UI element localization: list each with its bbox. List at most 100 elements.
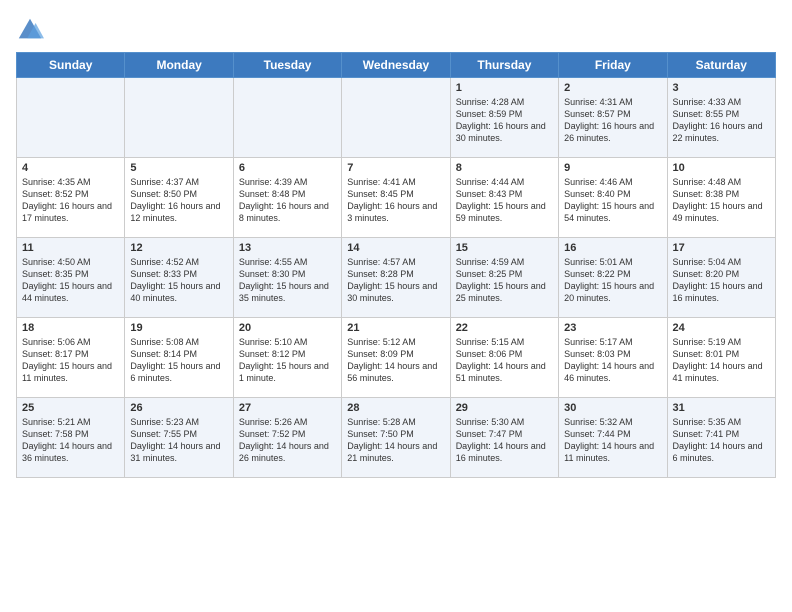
day-number: 22 bbox=[456, 322, 553, 334]
day-number: 9 bbox=[564, 162, 661, 174]
calendar-cell: 14Sunrise: 4:57 AM Sunset: 8:28 PM Dayli… bbox=[342, 238, 450, 318]
cell-content: Sunrise: 4:35 AM Sunset: 8:52 PM Dayligh… bbox=[22, 176, 119, 225]
day-number: 31 bbox=[673, 402, 770, 414]
calendar-cell: 28 Sunrise: 5:28 AM Sunset: 7:50 PM Dayli… bbox=[342, 398, 450, 478]
cell-content: Sunrise: 5:23 AM Sunset: 7:55 PM Dayligh… bbox=[130, 416, 227, 465]
calendar-cell: 22 Sunrise: 5:15 AM Sunset: 8:06 PM Dayli… bbox=[450, 318, 558, 398]
day-number: 12 bbox=[130, 242, 227, 254]
day-number: 10 bbox=[673, 162, 770, 174]
calendar-cell: 6 Sunrise: 4:39 AM Sunset: 8:48 PM Daylig… bbox=[233, 158, 341, 238]
week-row-4: 18Sunrise: 5:06 AM Sunset: 8:17 PM Dayli… bbox=[17, 318, 776, 398]
day-number: 7 bbox=[347, 162, 444, 174]
calendar-cell: 24Sunrise: 5:19 AM Sunset: 8:01 PM Dayli… bbox=[667, 318, 775, 398]
day-number: 20 bbox=[239, 322, 336, 334]
calendar-cell: 1 Sunrise: 4:28 AM Sunset: 8:59 PM Daylig… bbox=[450, 78, 558, 158]
day-number: 1 bbox=[456, 82, 553, 94]
week-row-2: 4 Sunrise: 4:35 AM Sunset: 8:52 PM Daylig… bbox=[17, 158, 776, 238]
cell-content: Sunrise: 5:10 AM Sunset: 8:12 PM Dayligh… bbox=[239, 336, 336, 385]
calendar-cell bbox=[17, 78, 125, 158]
cell-content: Sunrise: 5:17 AM Sunset: 8:03 PM Dayligh… bbox=[564, 336, 661, 385]
day-header-saturday: Saturday bbox=[667, 53, 775, 78]
day-number: 30 bbox=[564, 402, 661, 414]
calendar-cell: 2Sunrise: 4:31 AM Sunset: 8:57 PM Daylig… bbox=[559, 78, 667, 158]
day-number: 29 bbox=[456, 402, 553, 414]
day-number: 19 bbox=[130, 322, 227, 334]
cell-content: Sunrise: 5:12 AM Sunset: 8:09 PM Dayligh… bbox=[347, 336, 444, 385]
day-header-tuesday: Tuesday bbox=[233, 53, 341, 78]
calendar-cell: 8 Sunrise: 4:44 AM Sunset: 8:43 PM Daylig… bbox=[450, 158, 558, 238]
cell-content: Sunrise: 4:37 AM Sunset: 8:50 PM Dayligh… bbox=[130, 176, 227, 225]
day-number: 15 bbox=[456, 242, 553, 254]
cell-content: Sunrise: 4:33 AM Sunset: 8:55 PM Dayligh… bbox=[673, 96, 770, 145]
day-header-thursday: Thursday bbox=[450, 53, 558, 78]
logo bbox=[16, 16, 46, 44]
calendar-cell: 29 Sunrise: 5:30 AM Sunset: 7:47 PM Dayli… bbox=[450, 398, 558, 478]
page-header bbox=[16, 16, 776, 44]
calendar-table: SundayMondayTuesdayWednesdayThursdayFrid… bbox=[16, 52, 776, 478]
cell-content: Sunrise: 4:28 AM Sunset: 8:59 PM Dayligh… bbox=[456, 96, 553, 145]
week-row-5: 25 Sunrise: 5:21 AM Sunset: 7:58 PM Dayli… bbox=[17, 398, 776, 478]
calendar-cell: 26 Sunrise: 5:23 AM Sunset: 7:55 PM Dayli… bbox=[125, 398, 233, 478]
calendar-cell: 13 Sunrise: 4:55 AM Sunset: 8:30 PM Dayli… bbox=[233, 238, 341, 318]
calendar-cell: 21 Sunrise: 5:12 AM Sunset: 8:09 PM Dayli… bbox=[342, 318, 450, 398]
calendar-cell bbox=[233, 78, 341, 158]
cell-content: Sunrise: 4:44 AM Sunset: 8:43 PM Dayligh… bbox=[456, 176, 553, 225]
cell-content: Sunrise: 4:50 AM Sunset: 8:35 PM Dayligh… bbox=[22, 256, 119, 305]
cell-content: Sunrise: 5:01 AM Sunset: 8:22 PM Dayligh… bbox=[564, 256, 661, 305]
calendar-cell: 11 Sunrise: 4:50 AM Sunset: 8:35 PM Dayli… bbox=[17, 238, 125, 318]
cell-content: Sunrise: 4:55 AM Sunset: 8:30 PM Dayligh… bbox=[239, 256, 336, 305]
calendar-cell: 9 Sunrise: 4:46 AM Sunset: 8:40 PM Daylig… bbox=[559, 158, 667, 238]
day-number: 28 bbox=[347, 402, 444, 414]
cell-content: Sunrise: 5:32 AM Sunset: 7:44 PM Dayligh… bbox=[564, 416, 661, 465]
calendar-cell: 30 Sunrise: 5:32 AM Sunset: 7:44 PM Dayli… bbox=[559, 398, 667, 478]
cell-content: Sunrise: 4:46 AM Sunset: 8:40 PM Dayligh… bbox=[564, 176, 661, 225]
cell-content: Sunrise: 5:28 AM Sunset: 7:50 PM Dayligh… bbox=[347, 416, 444, 465]
calendar-cell bbox=[342, 78, 450, 158]
calendar-cell: 17Sunrise: 5:04 AM Sunset: 8:20 PM Dayli… bbox=[667, 238, 775, 318]
calendar-cell: 20 Sunrise: 5:10 AM Sunset: 8:12 PM Dayli… bbox=[233, 318, 341, 398]
calendar-cell: 4 Sunrise: 4:35 AM Sunset: 8:52 PM Daylig… bbox=[17, 158, 125, 238]
cell-content: Sunrise: 5:21 AM Sunset: 7:58 PM Dayligh… bbox=[22, 416, 119, 465]
day-number: 16 bbox=[564, 242, 661, 254]
day-number: 23 bbox=[564, 322, 661, 334]
day-number: 6 bbox=[239, 162, 336, 174]
calendar-cell: 27Sunrise: 5:26 AM Sunset: 7:52 PM Dayli… bbox=[233, 398, 341, 478]
day-number: 13 bbox=[239, 242, 336, 254]
cell-content: Sunrise: 5:08 AM Sunset: 8:14 PM Dayligh… bbox=[130, 336, 227, 385]
calendar-cell: 25 Sunrise: 5:21 AM Sunset: 7:58 PM Dayli… bbox=[17, 398, 125, 478]
calendar-header-row: SundayMondayTuesdayWednesdayThursdayFrid… bbox=[17, 53, 776, 78]
calendar-cell: 15 Sunrise: 4:59 AM Sunset: 8:25 PM Dayli… bbox=[450, 238, 558, 318]
day-number: 4 bbox=[22, 162, 119, 174]
day-number: 5 bbox=[130, 162, 227, 174]
day-number: 21 bbox=[347, 322, 444, 334]
day-header-sunday: Sunday bbox=[17, 53, 125, 78]
week-row-3: 11 Sunrise: 4:50 AM Sunset: 8:35 PM Dayli… bbox=[17, 238, 776, 318]
day-number: 26 bbox=[130, 402, 227, 414]
calendar-cell: 23 Sunrise: 5:17 AM Sunset: 8:03 PM Dayli… bbox=[559, 318, 667, 398]
cell-content: Sunrise: 5:19 AM Sunset: 8:01 PM Dayligh… bbox=[673, 336, 770, 385]
day-number: 14 bbox=[347, 242, 444, 254]
day-number: 25 bbox=[22, 402, 119, 414]
calendar-cell: 31Sunrise: 5:35 AM Sunset: 7:41 PM Dayli… bbox=[667, 398, 775, 478]
cell-content: Sunrise: 4:39 AM Sunset: 8:48 PM Dayligh… bbox=[239, 176, 336, 225]
day-number: 18 bbox=[22, 322, 119, 334]
cell-content: Sunrise: 5:30 AM Sunset: 7:47 PM Dayligh… bbox=[456, 416, 553, 465]
day-number: 2 bbox=[564, 82, 661, 94]
calendar-cell: 19 Sunrise: 5:08 AM Sunset: 8:14 PM Dayli… bbox=[125, 318, 233, 398]
calendar-cell: 5 Sunrise: 4:37 AM Sunset: 8:50 PM Daylig… bbox=[125, 158, 233, 238]
week-row-1: 1 Sunrise: 4:28 AM Sunset: 8:59 PM Daylig… bbox=[17, 78, 776, 158]
cell-content: Sunrise: 4:59 AM Sunset: 8:25 PM Dayligh… bbox=[456, 256, 553, 305]
cell-content: Sunrise: 4:48 AM Sunset: 8:38 PM Dayligh… bbox=[673, 176, 770, 225]
cell-content: Sunrise: 4:41 AM Sunset: 8:45 PM Dayligh… bbox=[347, 176, 444, 225]
day-number: 17 bbox=[673, 242, 770, 254]
calendar-cell: 3Sunrise: 4:33 AM Sunset: 8:55 PM Daylig… bbox=[667, 78, 775, 158]
cell-content: Sunrise: 5:15 AM Sunset: 8:06 PM Dayligh… bbox=[456, 336, 553, 385]
day-number: 11 bbox=[22, 242, 119, 254]
cell-content: Sunrise: 5:26 AM Sunset: 7:52 PM Dayligh… bbox=[239, 416, 336, 465]
calendar-cell: 10 Sunrise: 4:48 AM Sunset: 8:38 PM Dayli… bbox=[667, 158, 775, 238]
day-header-wednesday: Wednesday bbox=[342, 53, 450, 78]
calendar-cell: 16 Sunrise: 5:01 AM Sunset: 8:22 PM Dayli… bbox=[559, 238, 667, 318]
calendar-cell bbox=[125, 78, 233, 158]
day-number: 8 bbox=[456, 162, 553, 174]
day-header-monday: Monday bbox=[125, 53, 233, 78]
